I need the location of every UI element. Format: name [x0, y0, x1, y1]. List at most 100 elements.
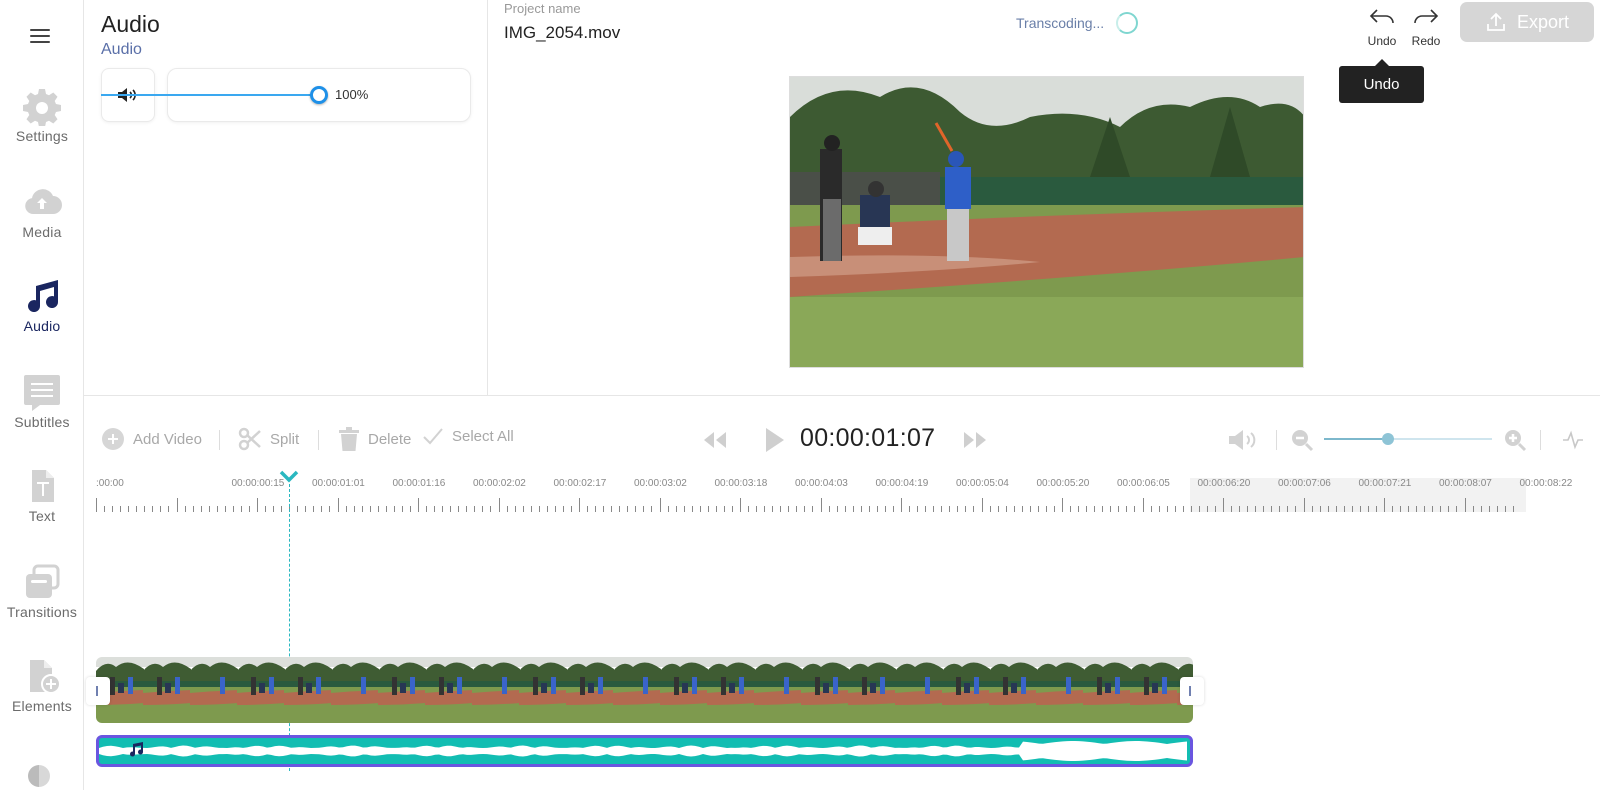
- sidebar-item-audio[interactable]: Audio: [0, 276, 84, 334]
- ruler-tick: [1053, 506, 1055, 512]
- ruler-tick: [1456, 506, 1458, 512]
- play-button[interactable]: [764, 426, 786, 459]
- undo-button[interactable]: Undo: [1362, 6, 1402, 48]
- sidebar-item-subtitles[interactable]: Subtitles: [0, 372, 84, 430]
- timeline-ruler[interactable]: :00:00 00:00:00:15 00:00:01:01 00:00:01:16 0…: [96, 478, 1572, 512]
- ruler-tick: [1231, 506, 1233, 512]
- video-thumbnail-frame: [237, 657, 285, 723]
- ruler-tick: [1384, 498, 1385, 512]
- ruler-tick: [731, 506, 733, 512]
- zoom-in-button[interactable]: [1503, 428, 1527, 457]
- ruler-tick: [868, 506, 870, 512]
- select-all-button[interactable]: Select All: [422, 427, 514, 445]
- timeline-volume-button[interactable]: [1227, 428, 1259, 457]
- video-thumbnail-frame: [1083, 657, 1131, 723]
- ruler-tick: [917, 506, 919, 512]
- volume-slider-thumb[interactable]: [310, 86, 328, 104]
- ruler-tick: [305, 506, 307, 512]
- zoom-out-button[interactable]: [1290, 428, 1314, 457]
- ruler-tick: [458, 506, 460, 512]
- ruler-time-label: 00:00:01:01: [312, 478, 365, 489]
- ruler-tick: [393, 506, 395, 512]
- ruler-tick: [595, 506, 597, 512]
- fast-forward-button[interactable]: [962, 430, 988, 455]
- zoom-slider-thumb[interactable]: [1381, 433, 1394, 445]
- ruler-time-label: 00:00:05:04: [956, 478, 1009, 489]
- ruler-tick: [385, 506, 387, 512]
- sidebar-item-text[interactable]: Text: [0, 466, 84, 524]
- ruler-tick: [587, 506, 589, 512]
- video-thumbnail-frame: [707, 657, 755, 723]
- ruler-time-label: 00:00:06:20: [1197, 478, 1251, 489]
- ruler-tick: [281, 506, 283, 512]
- contrast-icon[interactable]: [28, 765, 50, 787]
- ruler-tick: [836, 506, 838, 512]
- audio-waveform: [99, 741, 1187, 761]
- ruler-tick: [192, 506, 194, 512]
- ruler-tick: [401, 506, 403, 512]
- ruler-tick: [409, 506, 411, 512]
- ruler-tick: [530, 506, 532, 512]
- redo-button[interactable]: Redo: [1406, 6, 1446, 48]
- ruler-tick: [1005, 506, 1007, 512]
- waveform-toggle-button[interactable]: [1562, 430, 1584, 455]
- ruler-tick: [619, 506, 621, 512]
- ruler-tick: [176, 498, 178, 512]
- ruler-time-label: 00:00:08:07: [1439, 478, 1492, 489]
- ruler-tick: [949, 506, 951, 512]
- ruler-tick: [514, 506, 516, 512]
- ruler-tick: [337, 498, 339, 512]
- volume-slider-track[interactable]: [101, 94, 319, 96]
- sidebar-item-media[interactable]: Media: [0, 182, 84, 240]
- ruler-tick: [168, 506, 170, 512]
- ruler-tick: [1255, 506, 1257, 512]
- export-button[interactable]: Export: [1460, 2, 1594, 42]
- ruler-tick: [909, 506, 911, 512]
- trim-handle-left[interactable]: [86, 677, 110, 705]
- project-name[interactable]: IMG_2054.mov: [504, 23, 620, 43]
- ruler-tick: [1303, 498, 1305, 512]
- audio-clip[interactable]: [96, 735, 1193, 767]
- trim-handle-right[interactable]: [1180, 677, 1204, 705]
- ruler-tick: [329, 506, 331, 512]
- video-thumbnail-frame: [660, 657, 708, 723]
- ruler-tick: [740, 498, 741, 512]
- sidebar-item-transitions[interactable]: Transitions: [0, 562, 84, 620]
- ruler-tick: [603, 506, 605, 512]
- ruler-tick: [554, 506, 556, 512]
- sidebar-item-settings[interactable]: Settings: [0, 86, 84, 144]
- ruler-tick: [981, 498, 983, 512]
- video-thumbnail-frame: [519, 657, 567, 723]
- video-clip[interactable]: [96, 657, 1193, 723]
- delete-label: Delete: [368, 430, 412, 448]
- ruler-tick: [498, 498, 500, 512]
- ruler-tick: [353, 506, 355, 512]
- ruler-tick: [1174, 506, 1176, 512]
- ruler-tick: [1327, 506, 1329, 512]
- plus-circle-icon: [102, 428, 124, 450]
- ruler-tick: [659, 498, 661, 512]
- rewind-button[interactable]: [702, 430, 728, 455]
- undo-tooltip: Undo: [1339, 59, 1424, 103]
- video-preview[interactable]: [789, 76, 1304, 368]
- ruler-tick: [667, 506, 669, 512]
- ruler-time-label: 00:00:07:21: [1358, 478, 1412, 489]
- delete-button[interactable]: Delete: [338, 427, 411, 451]
- sidebar-item-elements[interactable]: Elements: [0, 656, 84, 714]
- split-button[interactable]: Split: [238, 427, 299, 451]
- toolbar-separator: [1540, 430, 1541, 450]
- ruler-tick: [160, 506, 162, 512]
- add-video-button[interactable]: Add Video: [101, 427, 202, 451]
- ruler-tick: [224, 506, 226, 512]
- ruler-tick: [1190, 506, 1192, 512]
- ruler-tick: [1206, 506, 1208, 512]
- ruler-tick: [216, 506, 218, 512]
- ruler-tick: [297, 506, 299, 512]
- ruler-tick: [1150, 506, 1152, 512]
- text-document-icon: [32, 470, 54, 502]
- ruler-tick: [691, 506, 693, 512]
- hamburger-menu-icon[interactable]: [28, 25, 52, 45]
- video-thumbnail-frame: [190, 657, 238, 723]
- redo-arrow-icon: [1414, 9, 1439, 24]
- ruler-tick: [104, 506, 106, 512]
